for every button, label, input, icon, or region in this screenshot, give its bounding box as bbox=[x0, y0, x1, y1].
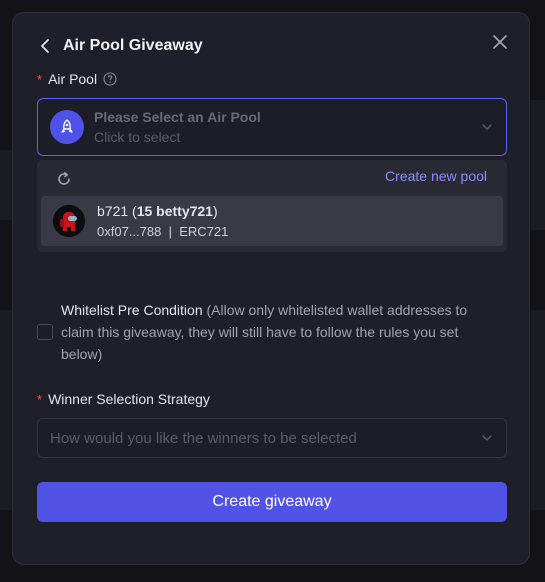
pool-avatar bbox=[53, 205, 85, 237]
background-panel bbox=[0, 150, 12, 220]
background-panel bbox=[531, 310, 545, 510]
back-arrow-icon[interactable] bbox=[37, 37, 55, 55]
pool-option[interactable]: b721 (15 betty721) 0xf07...788 | ERC721 bbox=[41, 196, 503, 246]
pool-option-name: b721 (15 betty721) bbox=[97, 203, 218, 219]
question-circle-icon[interactable] bbox=[103, 72, 117, 86]
air-pool-label: Air Pool bbox=[48, 71, 98, 87]
chevron-down-icon bbox=[480, 431, 494, 445]
background-panel bbox=[0, 310, 12, 510]
modal-title: Air Pool Giveaway bbox=[63, 37, 203, 54]
pool-option-details: 0xf07...788 | ERC721 bbox=[97, 224, 229, 239]
pool-option-text: b721 (15 betty721) 0xf07...788 | ERC721 bbox=[97, 203, 228, 239]
winner-strategy-placeholder: How would you like the winners to be sel… bbox=[50, 429, 357, 447]
close-icon[interactable] bbox=[491, 33, 509, 51]
air-pool-dropdown: Create new pool b721 (15 betty721) 0xf07… bbox=[37, 160, 507, 252]
pool-option-address: 0xf07...788 bbox=[97, 224, 162, 239]
required-mark: * bbox=[37, 71, 43, 87]
required-mark: * bbox=[37, 391, 43, 407]
pool-option-standard: ERC721 bbox=[179, 224, 229, 239]
winner-strategy-label: Winner Selection Strategy bbox=[48, 391, 210, 407]
giveaway-modal: Air Pool Giveaway * Air Pool Please Sele… bbox=[12, 12, 530, 565]
chevron-down-icon bbox=[480, 120, 494, 134]
create-giveaway-button[interactable]: Create giveaway bbox=[37, 482, 507, 522]
create-new-pool-link[interactable]: Create new pool bbox=[385, 168, 487, 184]
whitelist-condition: Whitelist Pre Condition (Allow only whit… bbox=[37, 299, 477, 365]
refresh-icon[interactable] bbox=[55, 170, 73, 188]
winner-strategy-select[interactable]: How would you like the winners to be sel… bbox=[37, 418, 507, 458]
whitelist-text: Whitelist Pre Condition (Allow only whit… bbox=[61, 299, 477, 365]
air-pool-select-title: Please Select an Air Pool bbox=[94, 109, 261, 125]
modal-header: Air Pool Giveaway bbox=[37, 37, 203, 55]
rocket-icon bbox=[50, 110, 84, 144]
background-panel bbox=[531, 100, 545, 230]
whitelist-label: Whitelist Pre Condition bbox=[61, 302, 203, 318]
air-pool-select-text: Please Select an Air Pool Click to selec… bbox=[94, 109, 261, 145]
whitelist-checkbox[interactable] bbox=[37, 324, 53, 340]
air-pool-select-hint: Click to select bbox=[94, 129, 181, 145]
winner-label-row: * Winner Selection Strategy bbox=[37, 391, 210, 407]
air-pool-label-row: * Air Pool bbox=[37, 71, 117, 87]
air-pool-select[interactable]: Please Select an Air Pool Click to selec… bbox=[37, 98, 507, 156]
